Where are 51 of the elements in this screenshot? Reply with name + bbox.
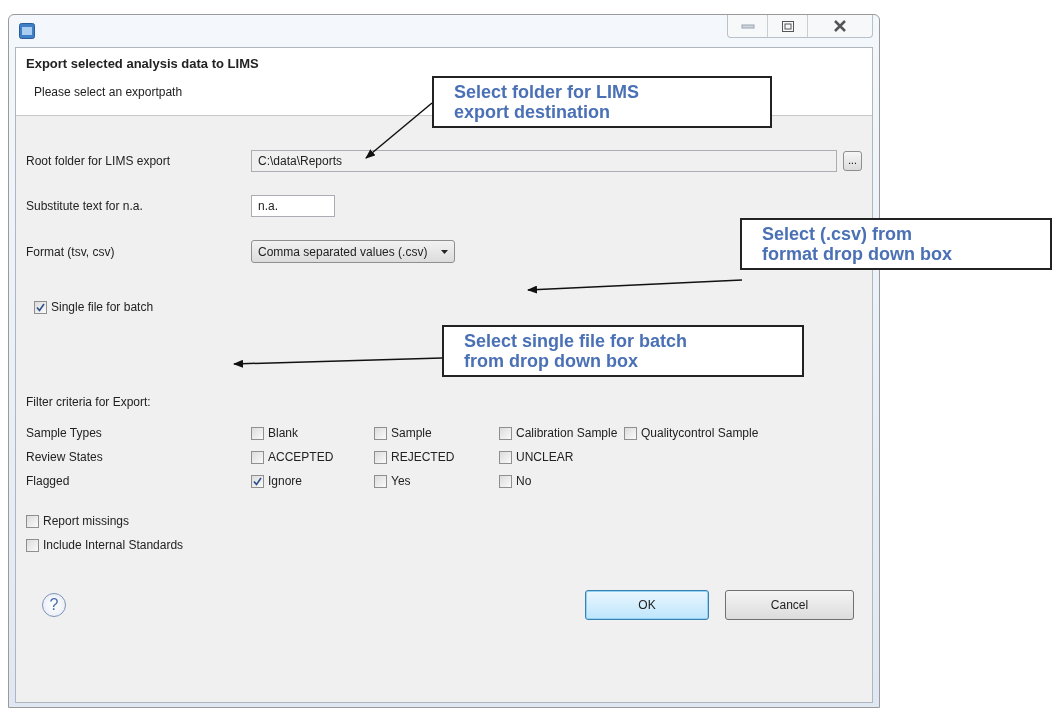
checkbox-label[interactable]: Calibration Sample [516, 424, 618, 442]
checkbox-label[interactable]: No [516, 472, 532, 490]
maximize-icon [781, 20, 794, 32]
callout-text: Select folder for LIMS export destination [432, 76, 772, 128]
cancel-button[interactable]: Cancel [725, 590, 854, 620]
checkbox-label[interactable]: Ignore [268, 472, 303, 490]
checkbox[interactable] [499, 474, 512, 488]
input-field[interactable]: n.a. [251, 195, 335, 217]
dropdown[interactable]: Comma separated values (.csv) [251, 240, 456, 263]
checkbox[interactable] [26, 538, 39, 552]
section-title: Filter criteria for Export: [26, 394, 152, 411]
input-field[interactable]: C:\data\Reports [251, 150, 837, 172]
checkbox[interactable] [34, 300, 47, 314]
callout-text: Select (.csv) from format drop down box [740, 218, 1052, 270]
checkbox[interactable] [499, 426, 512, 440]
checkbox-label[interactable]: Blank [268, 424, 299, 442]
ok-button[interactable]: OK [585, 590, 709, 620]
field-label: Format (tsv, csv) [26, 243, 116, 261]
checkbox-label[interactable]: UNCLEAR [516, 448, 574, 466]
checkbox[interactable] [499, 450, 512, 464]
checkbox[interactable] [374, 474, 387, 488]
app-icon [19, 23, 35, 39]
caret-icon [441, 249, 449, 254]
checkbox-label[interactable]: Yes [391, 472, 411, 490]
checkbox-label[interactable]: Qualitycontrol Sample [641, 424, 759, 442]
browse-button[interactable]: ... [843, 151, 862, 171]
row-label: Flagged [26, 473, 71, 490]
checkbox[interactable] [251, 474, 264, 488]
checkbox[interactable] [624, 426, 637, 440]
checkbox[interactable] [374, 426, 387, 440]
checkbox-label[interactable]: Single file for batch [51, 298, 154, 316]
row-label: Review States [26, 449, 104, 466]
checkbox-label[interactable]: Sample [391, 424, 432, 442]
checkbox-label[interactable]: Include Internal Standards [43, 536, 184, 554]
checkbox[interactable] [251, 450, 264, 464]
dialog-title: Export selected analysis data to LIMS [26, 55, 260, 73]
checkbox-label[interactable]: ACCEPTED [268, 448, 334, 466]
dialog-subtitle: Please select an exportpath [34, 83, 183, 101]
row-label: Sample Types [26, 425, 103, 442]
field-label: Substitute text for n.a. [26, 198, 144, 215]
minimize-icon [740, 23, 755, 29]
callout-text: Select single file for batch from drop down box [442, 325, 804, 377]
checkbox[interactable] [251, 426, 264, 440]
checkbox[interactable] [26, 514, 39, 528]
checkbox[interactable] [374, 450, 387, 464]
field-label: Root folder for LIMS export [26, 153, 172, 170]
checkbox-label[interactable]: Report missings [43, 512, 130, 530]
help-icon[interactable]: ? [42, 593, 66, 617]
arrow [365, 102, 433, 159]
close-icon [833, 20, 847, 32]
checkbox-label[interactable]: REJECTED [391, 448, 455, 466]
